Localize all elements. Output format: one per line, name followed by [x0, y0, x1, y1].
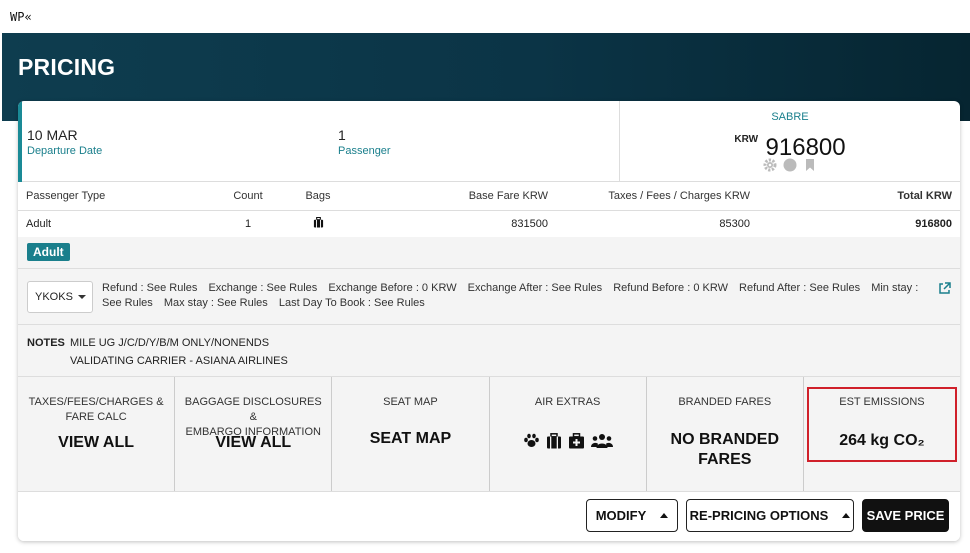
- rule-item: Refund : See Rules: [102, 282, 198, 294]
- emissions-value: 264 kg CO₂: [839, 432, 925, 449]
- tile-value-line: NO BRANDED: [670, 431, 779, 448]
- page-title: PRICING: [18, 54, 116, 80]
- action-bar: MODIFY RE-PRICING OPTIONS SAVE PRICE: [18, 491, 960, 541]
- cell-count: 1: [208, 210, 288, 238]
- cell-bags: [288, 210, 348, 238]
- tile-value: NO BRANDED FARES: [647, 430, 803, 470]
- tile-title: SEAT MAP: [383, 396, 438, 408]
- fare-rules-row: YKOKS Refund : See Rules Exchange : See …: [18, 268, 960, 325]
- tile-title: TAXES/FEES/CHARGES & FARE CALC: [18, 395, 174, 425]
- total-fare-box: SABRE KRW 916800: [619, 101, 960, 182]
- suitcase-icon: [546, 433, 562, 454]
- tile-seat-map[interactable]: SEAT MAP SEAT MAP: [332, 377, 490, 491]
- chevron-up-icon: [842, 513, 851, 518]
- cell-passenger-type: Adult: [18, 210, 208, 238]
- gear-icon[interactable]: [763, 158, 777, 172]
- chevron-down-icon: [77, 295, 86, 299]
- paw-icon: [523, 433, 540, 454]
- rule-item: Refund Before : 0 KRW: [613, 282, 728, 294]
- departure-date-field: 10 MAR Departure Date: [27, 127, 102, 157]
- pricing-panel: 10 MAR Departure Date 1 Passenger SABRE …: [18, 101, 960, 541]
- tile-value: VIEW ALL: [58, 434, 134, 451]
- repricing-options-button[interactable]: RE-PRICING OPTIONS: [686, 499, 854, 532]
- command-line: WP«: [10, 10, 32, 24]
- cell-taxes: 85300: [556, 210, 758, 238]
- info-tiles: TAXES/FEES/CHARGES & FARE CALC VIEW ALL …: [18, 376, 960, 491]
- fare-source: SABRE: [771, 111, 809, 123]
- note-line: VALIDATING CARRIER - ASIANA AIRLINES: [70, 355, 288, 367]
- rule-item: Exchange Before : 0 KRW: [328, 282, 457, 294]
- passenger-details: Adult YKOKS Refund : See Rules Exchange …: [18, 237, 960, 491]
- departure-date-label: Departure Date: [27, 145, 103, 157]
- repricing-label: RE-PRICING OPTIONS: [689, 508, 829, 523]
- col-bags: Bags: [288, 183, 348, 211]
- rule-item: Exchange After : See Rules: [467, 282, 603, 294]
- tile-value: VIEW ALL: [215, 434, 292, 451]
- notes-label: NOTES: [27, 337, 65, 349]
- table-row: Adult 1 831500 85300 916800: [18, 210, 960, 238]
- col-passenger-type: Passenger Type: [18, 183, 208, 211]
- tile-title: AIR EXTRAS: [534, 396, 601, 408]
- tile-title-line: FARE CALC: [65, 411, 127, 423]
- passenger-type-badge: Adult: [27, 243, 70, 261]
- bookmark-icon[interactable]: [803, 158, 817, 172]
- fare-rules-list: Refund : See Rules Exchange : See Rules …: [102, 281, 922, 311]
- modify-button[interactable]: MODIFY: [586, 499, 678, 532]
- passenger-count: 1: [338, 127, 346, 143]
- group-icon: [590, 433, 613, 454]
- tile-value: SEAT MAP: [369, 430, 452, 447]
- fare-actions: [620, 158, 960, 172]
- save-price-button[interactable]: SAVE PRICE: [862, 499, 949, 532]
- col-base-fare: Base Fare KRW: [348, 183, 556, 211]
- luggage-icon: [313, 216, 324, 231]
- medical-bag-icon: [568, 433, 585, 454]
- rule-item: Max stay : See Rules: [163, 297, 268, 309]
- tile-title-line: BAGGAGE DISCLOSURES &: [184, 396, 322, 423]
- fare-currency: KRW: [734, 134, 759, 145]
- passenger-label: Passenger: [338, 145, 391, 157]
- note-line: MILE UG J/C/D/Y/B/M ONLY/NONENDS: [70, 337, 270, 349]
- table-header-row: Passenger Type Count Bags Base Fare KRW …: [18, 183, 960, 211]
- tile-title-line: TAXES/FEES/CHARGES &: [28, 396, 164, 408]
- external-link-icon[interactable]: [938, 282, 951, 295]
- tile-air-extras[interactable]: AIR EXTRAS: [489, 377, 647, 491]
- cell-total: 916800: [758, 210, 960, 238]
- passenger-table: Passenger Type Count Bags Base Fare KRW …: [18, 183, 960, 238]
- fare-basis-dropdown[interactable]: YKOKS: [27, 281, 93, 313]
- tile-branded-fares[interactable]: BRANDED FARES NO BRANDED FARES: [646, 377, 804, 491]
- tile-title: EST EMISSIONS: [839, 396, 925, 408]
- fare-summary: 10 MAR Departure Date 1 Passenger SABRE …: [18, 101, 960, 182]
- col-taxes: Taxes / Fees / Charges KRW: [556, 183, 758, 211]
- tile-title: BRANDED FARES: [678, 396, 772, 408]
- fare-amount: 916800: [765, 134, 846, 161]
- modify-label: MODIFY: [595, 508, 647, 523]
- circle-icon[interactable]: [783, 158, 797, 172]
- tile-est-emissions[interactable]: EST EMISSIONS 264 kg CO₂: [803, 377, 960, 491]
- chevron-up-icon: [660, 513, 669, 518]
- air-extras-icons: [490, 433, 646, 454]
- passenger-field: 1 Passenger: [338, 127, 391, 157]
- tile-taxes-fees[interactable]: TAXES/FEES/CHARGES & FARE CALC VIEW ALL: [18, 377, 176, 491]
- summary-accent-bar: [18, 101, 22, 182]
- rule-item: Last Day To Book : See Rules: [278, 297, 425, 309]
- notes-lines: MILE UG J/C/D/Y/B/M ONLY/NONENDS VALIDAT…: [70, 334, 288, 370]
- tile-baggage-disclosures[interactable]: BAGGAGE DISCLOSURES & EMBARGO INFORMATIO…: [175, 377, 333, 491]
- departure-date: 10 MAR: [27, 127, 78, 143]
- tile-value-line: FARES: [698, 451, 752, 468]
- col-count: Count: [208, 183, 288, 211]
- cell-base-fare: 831500: [348, 210, 556, 238]
- col-total: Total KRW: [758, 183, 960, 211]
- fare-basis-value: YKOKS: [35, 291, 73, 303]
- rule-item: Refund After : See Rules: [739, 282, 861, 294]
- rule-item: Exchange : See Rules: [208, 282, 318, 294]
